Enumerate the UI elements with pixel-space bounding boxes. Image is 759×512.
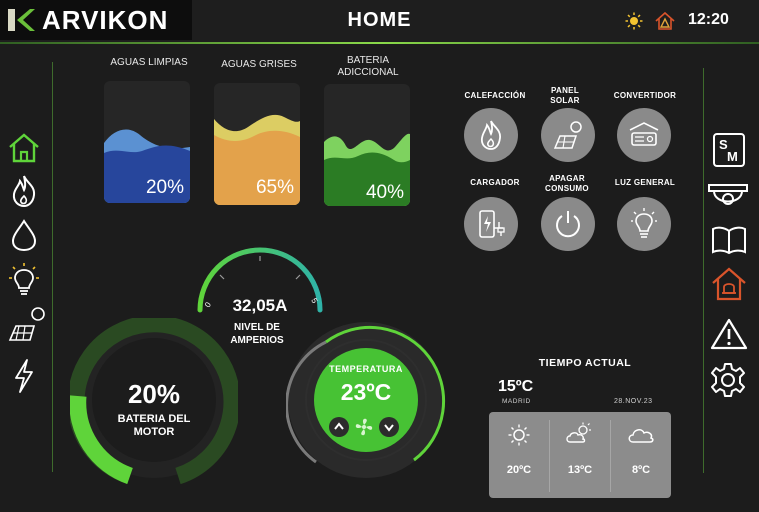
general-light-label: LUZ GENERAL [614, 178, 676, 187]
lightning-icon [15, 359, 33, 393]
heating-button[interactable] [464, 108, 518, 162]
motor-battery-label: BATERIA DEL MOTOR [104, 413, 204, 439]
clock-time: 12:20 [688, 11, 729, 28]
nav-water[interactable] [6, 217, 42, 253]
solar-panel-label: PANEL SOLAR [550, 86, 580, 105]
sun-icon [625, 12, 643, 30]
motor-battery-percent: 20% [127, 379, 181, 409]
forecast-temp-2: 13ºC [567, 464, 593, 476]
amp-value: 32,05A [232, 296, 288, 315]
chevron-down-icon [384, 424, 394, 432]
nav-heating[interactable] [6, 173, 42, 209]
tank-label-grey-water: AGUAS GRISES [221, 59, 297, 70]
heating-label: CALEFACCIÓN [464, 91, 526, 100]
converter-icon [629, 122, 659, 146]
lightbulb-icon [631, 208, 657, 238]
charger-label: CARGADOR [470, 178, 520, 187]
nav-alarm[interactable] [709, 266, 749, 302]
thermostat-temperature: 23ºC [340, 379, 392, 405]
tank-label-clean-water: AGUAS LIMPIAS [110, 57, 188, 68]
weather-city: MADRID [502, 398, 531, 405]
cloud-sun-icon [566, 422, 591, 443]
temp-up-button[interactable] [329, 417, 349, 437]
aux-battery-percent: 40% [365, 182, 404, 203]
forecast-day-2: 13ºC [550, 412, 610, 498]
weather-date: 28.NOV.23 [614, 398, 653, 405]
converter-button[interactable] [617, 108, 671, 162]
nav-lighting[interactable] [6, 262, 42, 298]
sun-icon [508, 424, 530, 446]
forecast-temp-3: 8ºC [631, 464, 651, 476]
forecast-day-3: 8ºC [611, 412, 671, 498]
flame-icon [12, 175, 36, 208]
book-icon [712, 226, 746, 255]
home-alert-icon[interactable] [654, 11, 676, 31]
home-alarm-icon [712, 267, 746, 301]
water-drop-icon [11, 219, 37, 252]
sm-logo-icon: S M [713, 133, 745, 167]
nav-manual[interactable] [709, 222, 749, 258]
current-temperature: 15ºC [498, 378, 534, 395]
nav-solar[interactable] [6, 306, 46, 342]
nav-sm-logo[interactable]: S M [711, 132, 747, 168]
nav-settings[interactable] [710, 362, 746, 398]
cloud-icon [628, 429, 654, 443]
nav-camera[interactable] [706, 180, 750, 216]
converter-label: CONVERTIDOR [613, 91, 677, 100]
settings-icon [711, 363, 745, 397]
solar-panel-icon [553, 121, 582, 149]
page-title: HOME [347, 9, 412, 31]
tank-clean-water[interactable]: 20% [104, 81, 190, 203]
charger-icon [479, 210, 505, 238]
general-light-button[interactable] [617, 197, 671, 251]
solar-panel-button[interactable] [541, 108, 595, 162]
tank-aux-battery[interactable]: 40% [324, 84, 410, 206]
weather-title: TIEMPO ACTUAL [538, 357, 632, 369]
motor-battery-label-line2: MOTOR [133, 426, 175, 438]
tank-grey-water[interactable]: 65% [214, 83, 300, 205]
amp-min-label: 0 [203, 300, 213, 309]
warning-icon [710, 318, 748, 350]
nav-power[interactable] [6, 358, 42, 394]
lightbulb-icon [9, 263, 39, 295]
forecast-temp-1: 20ºC [506, 464, 532, 476]
chevron-up-icon [334, 422, 344, 430]
home-icon [9, 133, 39, 163]
header-divider [0, 42, 759, 44]
nav-home[interactable] [6, 130, 42, 166]
solar-panel-icon [8, 307, 45, 341]
charger-button[interactable] [464, 197, 518, 251]
left-divider [52, 62, 53, 472]
tank-label-aux-battery: BATERIA ADICCIONAL [337, 55, 399, 78]
motor-battery-label-line1: BATERIA DEL [117, 413, 191, 425]
svg-text:M: M [727, 149, 738, 164]
thermostat-title: TEMPERATURA [329, 364, 403, 374]
clean-water-percent: 20% [145, 177, 184, 198]
forecast-day-1: 20ºC [489, 412, 549, 498]
power-icon [556, 211, 580, 238]
power-off-label: APAGAR CONSUMO [545, 174, 589, 193]
grey-water-percent: 65% [255, 177, 294, 198]
fan-button[interactable] [353, 417, 375, 437]
nav-warnings[interactable] [709, 316, 749, 352]
fan-icon [355, 418, 373, 436]
forecast-panel: 20ºC 13ºC 8ºC [489, 412, 671, 498]
right-divider [703, 68, 704, 473]
security-camera-icon [708, 184, 748, 205]
power-off-button[interactable] [541, 197, 595, 251]
temp-down-button[interactable] [379, 417, 399, 437]
flame-icon [480, 120, 501, 150]
